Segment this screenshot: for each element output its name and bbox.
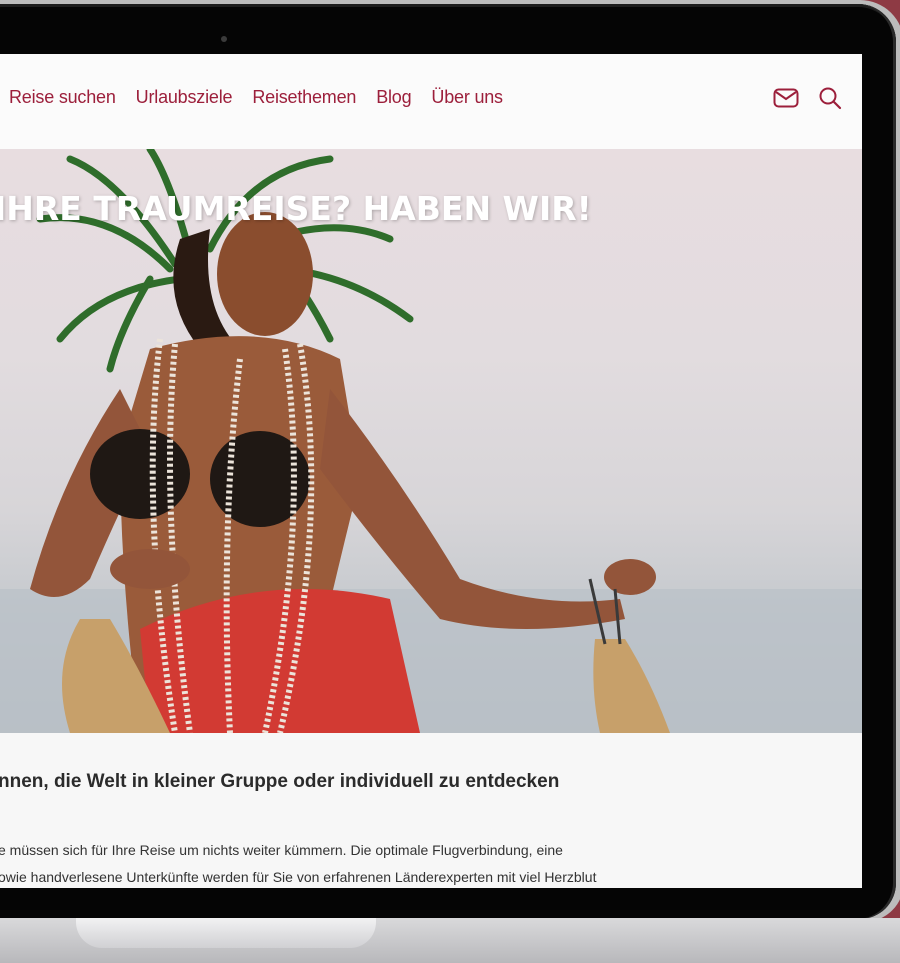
hero-title: IHRE TRAUMREISE? HABEN WIR!	[0, 189, 592, 228]
intro-body-line: owie handverlesene Unterkünfte werden fü…	[0, 869, 597, 885]
intro-headline: nnen, die Welt in kleiner Gruppe oder in…	[0, 771, 560, 792]
nav-urlaubsziele[interactable]: Urlaubsziele	[136, 87, 233, 108]
header-actions	[772, 84, 844, 112]
intro-body: e müssen sich für Ihre Reise um nichts w…	[0, 837, 596, 888]
browser-screen: Reise suchen Urlaubsziele Reisethemen Bl…	[0, 54, 862, 888]
laptop-base-notch	[76, 918, 376, 948]
main-menu: Reise suchen Urlaubsziele Reisethemen Bl…	[9, 87, 503, 108]
nav-blog[interactable]: Blog	[376, 87, 411, 108]
top-navigation: Reise suchen Urlaubsziele Reisethemen Bl…	[0, 54, 862, 149]
nav-reise-suchen[interactable]: Reise suchen	[9, 87, 116, 108]
hero-image: IHRE TRAUMREISE? HABEN WIR!	[0, 149, 862, 733]
search-icon[interactable]	[816, 84, 844, 112]
nav-ueber-uns[interactable]: Über uns	[431, 87, 503, 108]
intro-body-line: e müssen sich für Ihre Reise um nichts w…	[0, 842, 563, 858]
hero-photo-illustration	[0, 149, 862, 733]
camera-dot	[221, 36, 227, 42]
nav-reisethemen[interactable]: Reisethemen	[252, 87, 356, 108]
intro-section: nnen, die Welt in kleiner Gruppe oder in…	[0, 733, 862, 888]
mail-icon[interactable]	[772, 84, 800, 112]
